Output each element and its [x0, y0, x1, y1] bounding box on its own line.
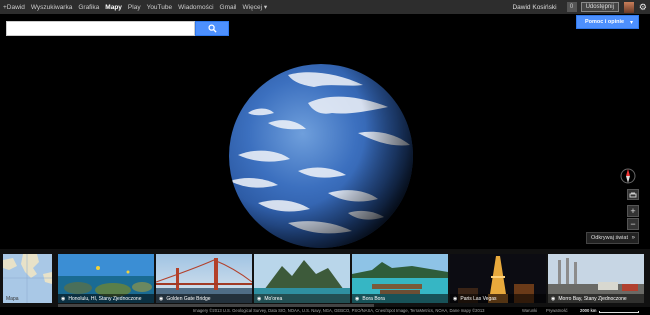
zoom-in-button[interactable]: + [627, 205, 639, 217]
scale-bar [599, 311, 639, 313]
camera-icon: ◉ [159, 295, 164, 302]
nav-youtube[interactable]: YouTube [147, 4, 173, 11]
camera-icon: ◉ [453, 295, 458, 302]
camera-icon: ◉ [551, 295, 556, 302]
notifications-badge[interactable]: 0 [566, 2, 577, 12]
help-feedback-button[interactable]: Pomoc i opinie ▾ [576, 15, 639, 29]
carousel-item-golden-gate[interactable]: ◉ Golden Gate Bridge [156, 254, 252, 303]
nav-plus-dawid[interactable]: +Dawid [3, 4, 25, 11]
imagery-carousel: Mapa ◉ Honolulu, HI, Stany Zjednoczone ◉… [0, 249, 650, 307]
google-top-bar: +Dawid Wyszukiwarka Grafika Mapy Play Yo… [0, 0, 650, 14]
carousel-item-moorea[interactable]: ◉ Mo'orea [254, 254, 350, 303]
search-bar [6, 21, 229, 36]
terms-link[interactable]: Warunki [522, 308, 537, 313]
carousel-label: ◉ Paris Las Vegas [450, 294, 546, 303]
carousel-item-map[interactable]: Mapa [3, 254, 52, 303]
camera-icon: ◉ [61, 295, 66, 302]
nav-gmail[interactable]: Gmail [220, 4, 237, 11]
compass-needle-icon [620, 168, 636, 184]
explore-world-button[interactable]: Odkrywaj świat » [586, 232, 639, 244]
explore-label: Odkrywaj świat [591, 235, 628, 241]
earth-globe[interactable] [228, 63, 414, 249]
map-footer: Imagery ©2013 U.S. Geological Survey, Da… [0, 307, 650, 315]
zoom-out-button[interactable]: − [627, 218, 639, 230]
carousel-label: ◉ Mo'orea [254, 294, 350, 303]
carousel-label: ◉ Bora Bora [352, 294, 448, 303]
share-button[interactable]: Udostępnij [580, 2, 619, 12]
nav-more[interactable]: Więcej ▾ [243, 3, 268, 11]
scale-label: 2000 km [580, 308, 597, 313]
nav-images[interactable]: Grafika [78, 4, 99, 11]
nav-search[interactable]: Wyszukiwarka [31, 4, 72, 11]
carousel-item-morro-bay[interactable]: ◉ Morro Bay, Stany Zjednoczone [548, 254, 644, 303]
chevron-expand-icon: » [631, 235, 635, 241]
account-area: Dawid Kosiński 0 Udostępnij ⚙ [512, 0, 647, 14]
nav-play[interactable]: Play [128, 4, 141, 11]
night-shadow [229, 64, 413, 248]
carousel-label: ◉ Golden Gate Bridge [156, 294, 252, 303]
carousel-label: Mapa [6, 295, 19, 302]
chevron-down-icon: ▾ [629, 20, 633, 26]
search-input[interactable] [6, 21, 195, 36]
search-button[interactable] [195, 21, 229, 36]
camera-icon: ◉ [257, 295, 262, 302]
carousel-label: ◉ Morro Bay, Stany Zjednoczone [548, 294, 644, 303]
privacy-link[interactable]: Prywatność [546, 308, 568, 313]
help-label: Pomoc i opinie [585, 19, 625, 25]
camera-icon: ◉ [355, 295, 360, 302]
carousel-item-bora-bora[interactable]: ◉ Bora Bora [352, 254, 448, 303]
nav-news[interactable]: Wiadomości [178, 4, 213, 11]
imagery-attribution: Imagery ©2013 U.S. Geological Survey, Da… [193, 308, 485, 313]
nav-maps[interactable]: Mapy [105, 4, 122, 11]
carousel-label: ◉ Honolulu, HI, Stany Zjednoczone [58, 294, 154, 303]
carousel-item-paris-las-vegas[interactable]: ◉ Paris Las Vegas [450, 254, 546, 303]
compass-icon[interactable] [619, 167, 637, 185]
tilt-icon[interactable] [627, 189, 639, 200]
carousel-item-honolulu[interactable]: ◉ Honolulu, HI, Stany Zjednoczone [58, 254, 154, 303]
gear-icon[interactable]: ⚙ [639, 2, 647, 12]
search-icon [207, 24, 217, 33]
username-link[interactable]: Dawid Kosiński [512, 4, 556, 11]
avatar[interactable] [623, 1, 634, 13]
google-nav: +Dawid Wyszukiwarka Grafika Mapy Play Yo… [0, 3, 273, 12]
